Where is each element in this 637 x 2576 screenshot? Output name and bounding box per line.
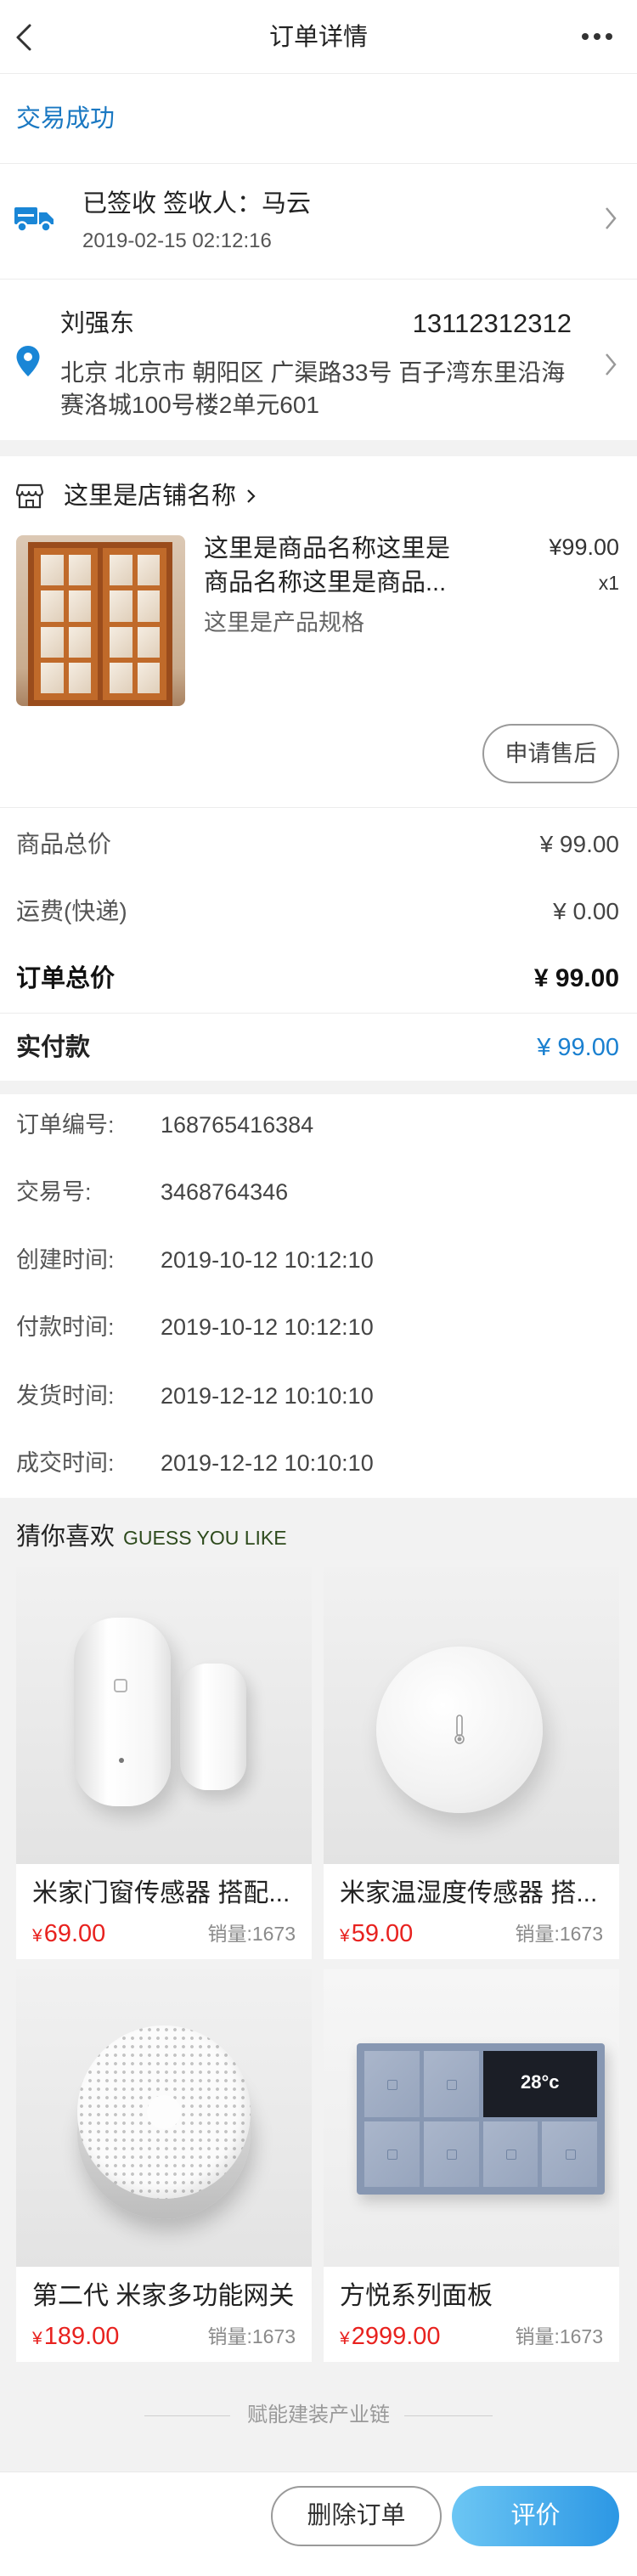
currency-symbol: ¥ [32, 1926, 42, 1946]
sales-count: 销量:1673 [207, 1923, 296, 1945]
truck-icon [14, 207, 54, 233]
paid-row: 实付款 ¥ 99.00 [0, 1014, 637, 1081]
nav-header: 订单详情 [0, 0, 637, 74]
info-label: 付款时间: [16, 1314, 115, 1340]
recommend-heading: 猜你喜欢 GUESS YOU LIKE [16, 1520, 287, 1554]
paid-time: 2019-10-12 10:12:10 [161, 1314, 374, 1340]
order-info: 订单编号: 168765416384 交易号: 3468764346 创建时间:… [0, 1094, 637, 1498]
footer-slogan: 赋能建装产业链 [247, 2404, 390, 2426]
sales-count: 销量:1673 [207, 2325, 296, 2347]
section-gap [0, 1081, 637, 1094]
product-image[interactable] [16, 535, 185, 706]
transaction-number: 3468764346 [161, 1179, 289, 1205]
panel-screen-text: 28°c [482, 2051, 597, 2117]
product-image [16, 1567, 312, 1864]
address-line: 北京 北京市 朝阳区 广渠路33号 百子湾东里沿海 [60, 359, 566, 386]
page-title: 订单详情 [268, 24, 368, 51]
sales-count: 销量:1673 [515, 1923, 603, 1945]
more-dots-icon[interactable] [579, 31, 615, 42]
shipped-time: 2019-12-12 10:10:10 [161, 1383, 374, 1409]
address-line: 赛洛城100号楼2单元601 [60, 392, 320, 418]
product-image: 28°c [324, 1969, 619, 2267]
product-title: 米家门窗传感器 搭配... [32, 1879, 290, 1907]
divider-line [404, 2415, 493, 2416]
after-sale-button[interactable]: 申请售后 [482, 724, 619, 783]
price-summary: 商品总价 ¥ 99.00 运费(快递) ¥ 0.00 订单总价 ¥ 99.00 [0, 808, 637, 1014]
product-image [16, 1969, 312, 2267]
product-price: ¥69.00 [32, 1918, 105, 1950]
delivery-status: 已签收 签收人：马云 [82, 190, 312, 217]
paid-label: 实付款 [16, 1034, 91, 1061]
bottom-action-bar: 删除订单 评价 [0, 2471, 637, 2576]
product-quantity: x1 [598, 572, 619, 594]
receiver-phone: 13112312312 [412, 308, 572, 338]
status-text: 交易成功 [16, 105, 116, 133]
price-amount: 2999.00 [351, 2323, 441, 2350]
product-spec: 这里是产品规格 [204, 610, 364, 636]
receiver-name: 刘强东 [60, 310, 135, 337]
product-name[interactable]: 商品名称这里是商品... [204, 566, 446, 600]
product-card[interactable]: 28°c 方悦系列面板 ¥2999.00 销量:1673 [324, 1969, 619, 2362]
chevron-right-icon [606, 353, 617, 376]
product-price: ¥59.00 [340, 1918, 413, 1950]
currency-symbol: ¥ [340, 1926, 350, 1946]
order-status: 交易成功 [0, 74, 637, 164]
info-label: 交易号: [16, 1179, 92, 1205]
store-link[interactable]: 这里是店铺名称 [64, 479, 256, 513]
info-label: 订单编号: [16, 1112, 115, 1138]
product-card[interactable]: 米家门窗传感器 搭配... ¥69.00 销量:1673 [16, 1567, 312, 1959]
product-price: ¥189.00 [32, 2320, 119, 2353]
logistics-row[interactable]: 已签收 签收人：马云 2019-02-15 02:12:16 [0, 164, 637, 280]
subtotal-value: ¥ 99.00 [539, 831, 619, 857]
order-item-block: 这里是店铺名称 这里是商品名称这里是 商品名称这里是商品... 这里是产品规格 … [0, 456, 637, 808]
location-pin-icon [16, 346, 40, 376]
price-amount: 69.00 [43, 1920, 106, 1947]
price-amount: 59.00 [351, 1920, 414, 1947]
chevron-right-icon [247, 489, 256, 503]
recommend-section: 猜你喜欢 GUESS YOU LIKE 米家门窗传感器 搭配... ¥69.00… [0, 1498, 637, 2471]
address-row[interactable]: 刘强东 13112312312 北京 北京市 朝阳区 广渠路33号 百子湾东里沿… [0, 280, 637, 440]
currency-symbol: ¥ [32, 2329, 42, 2348]
product-name[interactable]: 这里是商品名称这里是 [204, 532, 450, 566]
subtotal-label: 商品总价 [16, 831, 112, 857]
completed-time: 2019-12-12 10:10:10 [161, 1450, 374, 1476]
paid-value: ¥ 99.00 [537, 1034, 619, 1061]
store-name: 这里是店铺名称 [64, 483, 237, 510]
shipping-value: ¥ 0.00 [553, 898, 619, 924]
shipping-label: 运费(快递) [16, 898, 127, 924]
order-number: 168765416384 [161, 1112, 314, 1138]
chevron-right-icon [606, 207, 617, 229]
section-gap [0, 440, 637, 456]
info-label: 创建时间: [16, 1247, 115, 1273]
recommend-subtitle: GUESS YOU LIKE [123, 1527, 287, 1549]
product-title: 米家温湿度传感器 搭... [340, 1879, 598, 1907]
product-title: 第二代 米家多功能网关 [32, 2282, 295, 2310]
product-title: 方悦系列面板 [340, 2282, 493, 2310]
product-card[interactable]: 第二代 米家多功能网关 ¥189.00 销量:1673 [16, 1969, 312, 2362]
currency-symbol: ¥ [340, 2329, 350, 2348]
order-total-value: ¥ 99.00 [533, 964, 619, 992]
product-price: ¥99.00 [549, 534, 619, 560]
order-total-label: 订单总价 [16, 965, 116, 992]
info-label: 发货时间: [16, 1383, 115, 1409]
info-label: 成交时间: [16, 1450, 115, 1476]
review-button[interactable]: 评价 [452, 2486, 619, 2546]
created-time: 2019-10-12 10:12:10 [161, 1247, 374, 1273]
product-image [324, 1567, 619, 1864]
sales-count: 销量:1673 [515, 2325, 603, 2347]
delete-order-button[interactable]: 删除订单 [271, 2486, 442, 2546]
product-card[interactable]: 米家温湿度传感器 搭... ¥59.00 销量:1673 [324, 1567, 619, 1959]
thermometer-icon [454, 1715, 465, 1744]
price-amount: 189.00 [43, 2323, 120, 2350]
store-icon [16, 483, 43, 509]
delivery-time: 2019-02-15 02:12:16 [82, 229, 272, 252]
product-price: ¥2999.00 [340, 2320, 441, 2353]
recommend-title: 猜你喜欢 [16, 1523, 116, 1551]
